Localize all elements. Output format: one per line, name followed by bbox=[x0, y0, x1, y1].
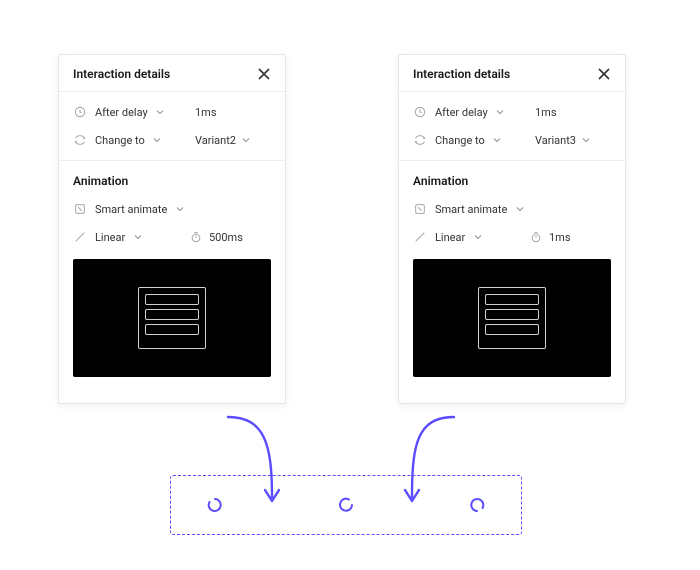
easing-row[interactable]: Linear 1ms bbox=[399, 223, 625, 251]
preview-row bbox=[485, 324, 539, 335]
animation-preview bbox=[413, 259, 611, 377]
interaction-panel-1: Interaction details After delay 1ms Chan… bbox=[58, 54, 286, 404]
chevron-down-icon bbox=[156, 108, 165, 117]
panel-header: Interaction details bbox=[59, 55, 285, 92]
animation-preview bbox=[73, 259, 271, 377]
duration-field[interactable]: 500ms bbox=[189, 230, 243, 244]
clock-icon bbox=[413, 105, 427, 119]
trigger-label: After delay bbox=[435, 106, 488, 119]
action-label: Change to bbox=[435, 134, 485, 147]
chevron-down-icon bbox=[515, 205, 524, 214]
close-icon[interactable] bbox=[597, 67, 611, 81]
interaction-panel-2: Interaction details After delay 1ms Chan… bbox=[398, 54, 626, 404]
animation-type-row[interactable]: Smart animate bbox=[399, 195, 625, 223]
chevron-down-icon bbox=[493, 136, 502, 145]
action-value: Variant3 bbox=[535, 134, 576, 147]
preview-row bbox=[145, 294, 199, 305]
preview-row bbox=[485, 309, 539, 320]
swap-icon bbox=[413, 133, 427, 147]
panel-header: Interaction details bbox=[399, 55, 625, 92]
action-row[interactable]: Change to Variant2 bbox=[59, 126, 285, 154]
smart-animate-icon bbox=[73, 202, 87, 216]
chevron-down-icon bbox=[473, 233, 482, 242]
action-row[interactable]: Change to Variant3 bbox=[399, 126, 625, 154]
trigger-row[interactable]: After delay 1ms bbox=[399, 98, 625, 126]
action-label: Change to bbox=[95, 134, 145, 147]
animation-heading: Animation bbox=[413, 174, 468, 188]
preview-frame bbox=[478, 287, 546, 349]
easing-row[interactable]: Linear 500ms bbox=[59, 223, 285, 251]
trigger-section: After delay 1ms Change to Variant2 bbox=[59, 92, 285, 161]
animation-heading: Animation bbox=[73, 174, 128, 188]
trigger-row[interactable]: After delay 1ms bbox=[59, 98, 285, 126]
smart-animate-icon bbox=[413, 202, 427, 216]
chevron-down-icon bbox=[496, 108, 505, 117]
trigger-value-field[interactable]: 1ms bbox=[535, 106, 557, 119]
variant-target-frame[interactable] bbox=[170, 475, 522, 535]
preview-row bbox=[485, 294, 539, 305]
spinner-icon bbox=[469, 497, 485, 513]
preview-row bbox=[145, 324, 199, 335]
animation-type: Smart animate bbox=[95, 203, 167, 216]
linear-icon bbox=[413, 230, 427, 244]
chevron-down-icon bbox=[242, 136, 251, 145]
duration-value: 500ms bbox=[209, 231, 243, 244]
action-value: Variant2 bbox=[195, 134, 236, 147]
easing-label: Linear bbox=[95, 231, 125, 244]
chevron-down-icon bbox=[153, 136, 162, 145]
stopwatch-icon bbox=[189, 230, 203, 244]
animation-heading-row: Animation bbox=[399, 167, 625, 195]
trigger-section: After delay 1ms Change to Variant3 bbox=[399, 92, 625, 161]
linear-icon bbox=[73, 230, 87, 244]
action-value-field[interactable]: Variant2 bbox=[195, 134, 251, 147]
close-icon[interactable] bbox=[257, 67, 271, 81]
animation-section: Animation Smart animate Linear 1 bbox=[399, 161, 625, 403]
trigger-value: 1ms bbox=[535, 106, 557, 119]
animation-type-row[interactable]: Smart animate bbox=[59, 195, 285, 223]
clock-icon bbox=[73, 105, 87, 119]
swap-icon bbox=[73, 133, 87, 147]
panel-title: Interaction details bbox=[73, 67, 170, 81]
spinner-icon bbox=[338, 497, 354, 513]
duration-value: 1ms bbox=[549, 231, 571, 244]
easing-label: Linear bbox=[435, 231, 465, 244]
chevron-down-icon bbox=[175, 205, 184, 214]
trigger-value-field[interactable]: 1ms bbox=[195, 106, 217, 119]
panel-title: Interaction details bbox=[413, 67, 510, 81]
animation-heading-row: Animation bbox=[59, 167, 285, 195]
animation-type: Smart animate bbox=[435, 203, 507, 216]
stopwatch-icon bbox=[529, 230, 543, 244]
spinner-icon bbox=[207, 497, 223, 513]
trigger-label: After delay bbox=[95, 106, 148, 119]
duration-field[interactable]: 1ms bbox=[529, 230, 571, 244]
chevron-down-icon bbox=[133, 233, 142, 242]
preview-row bbox=[145, 309, 199, 320]
trigger-value: 1ms bbox=[195, 106, 217, 119]
animation-section: Animation Smart animate Linear 5 bbox=[59, 161, 285, 403]
action-value-field[interactable]: Variant3 bbox=[535, 134, 591, 147]
preview-frame bbox=[138, 287, 206, 349]
chevron-down-icon bbox=[582, 136, 591, 145]
